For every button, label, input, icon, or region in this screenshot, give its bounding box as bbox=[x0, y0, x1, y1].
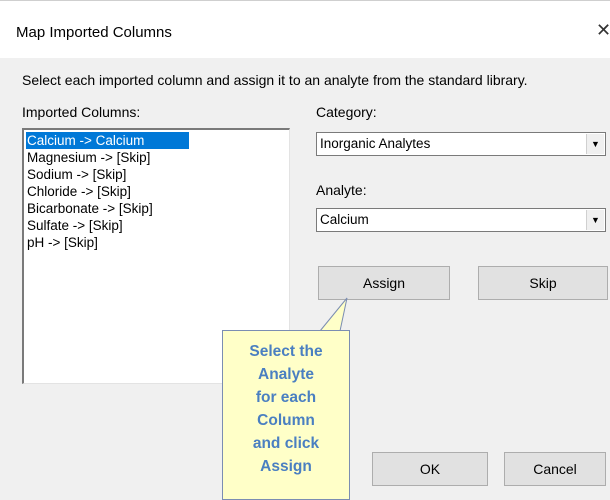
instruction-text: Select each imported column and assign i… bbox=[22, 72, 528, 88]
category-select[interactable]: Inorganic Analytes ▼ bbox=[316, 132, 606, 156]
callout-line: Column bbox=[257, 412, 315, 429]
analyte-select[interactable]: Calcium ▼ bbox=[316, 208, 606, 232]
chevron-down-icon[interactable]: ▼ bbox=[586, 134, 604, 154]
list-item[interactable]: Sulfate -> [Skip] bbox=[26, 217, 289, 234]
ok-button[interactable]: OK bbox=[372, 452, 488, 486]
cancel-button[interactable]: Cancel bbox=[504, 452, 606, 486]
top-divider bbox=[0, 0, 610, 1]
dialog-title: Map Imported Columns bbox=[16, 24, 172, 41]
list-item[interactable]: Calcium -> Calcium bbox=[26, 132, 189, 149]
chevron-down-icon[interactable]: ▼ bbox=[586, 210, 604, 230]
category-value: Inorganic Analytes bbox=[320, 136, 431, 151]
callout-line: Select the bbox=[249, 343, 323, 360]
callout-line: for each bbox=[255, 389, 317, 406]
callout-line: and click bbox=[252, 435, 320, 452]
imported-columns-label: Imported Columns: bbox=[22, 104, 141, 120]
callout-line: Assign bbox=[260, 458, 312, 475]
list-item[interactable]: Sodium -> [Skip] bbox=[26, 166, 289, 183]
tooltip-callout: Select the Analyte for each Column and c… bbox=[222, 330, 350, 500]
list-item[interactable]: pH -> [Skip] bbox=[26, 234, 289, 251]
close-icon[interactable]: ✕ bbox=[596, 20, 610, 41]
callout-line: Analyte bbox=[258, 366, 314, 383]
list-item[interactable]: Chloride -> [Skip] bbox=[26, 183, 289, 200]
analyte-value: Calcium bbox=[320, 212, 369, 227]
skip-button[interactable]: Skip bbox=[478, 266, 608, 300]
list-item[interactable]: Bicarbonate -> [Skip] bbox=[26, 200, 289, 217]
assign-button[interactable]: Assign bbox=[318, 266, 450, 300]
category-label: Category: bbox=[316, 104, 377, 120]
analyte-label: Analyte: bbox=[316, 182, 367, 198]
list-item[interactable]: Magnesium -> [Skip] bbox=[26, 149, 289, 166]
